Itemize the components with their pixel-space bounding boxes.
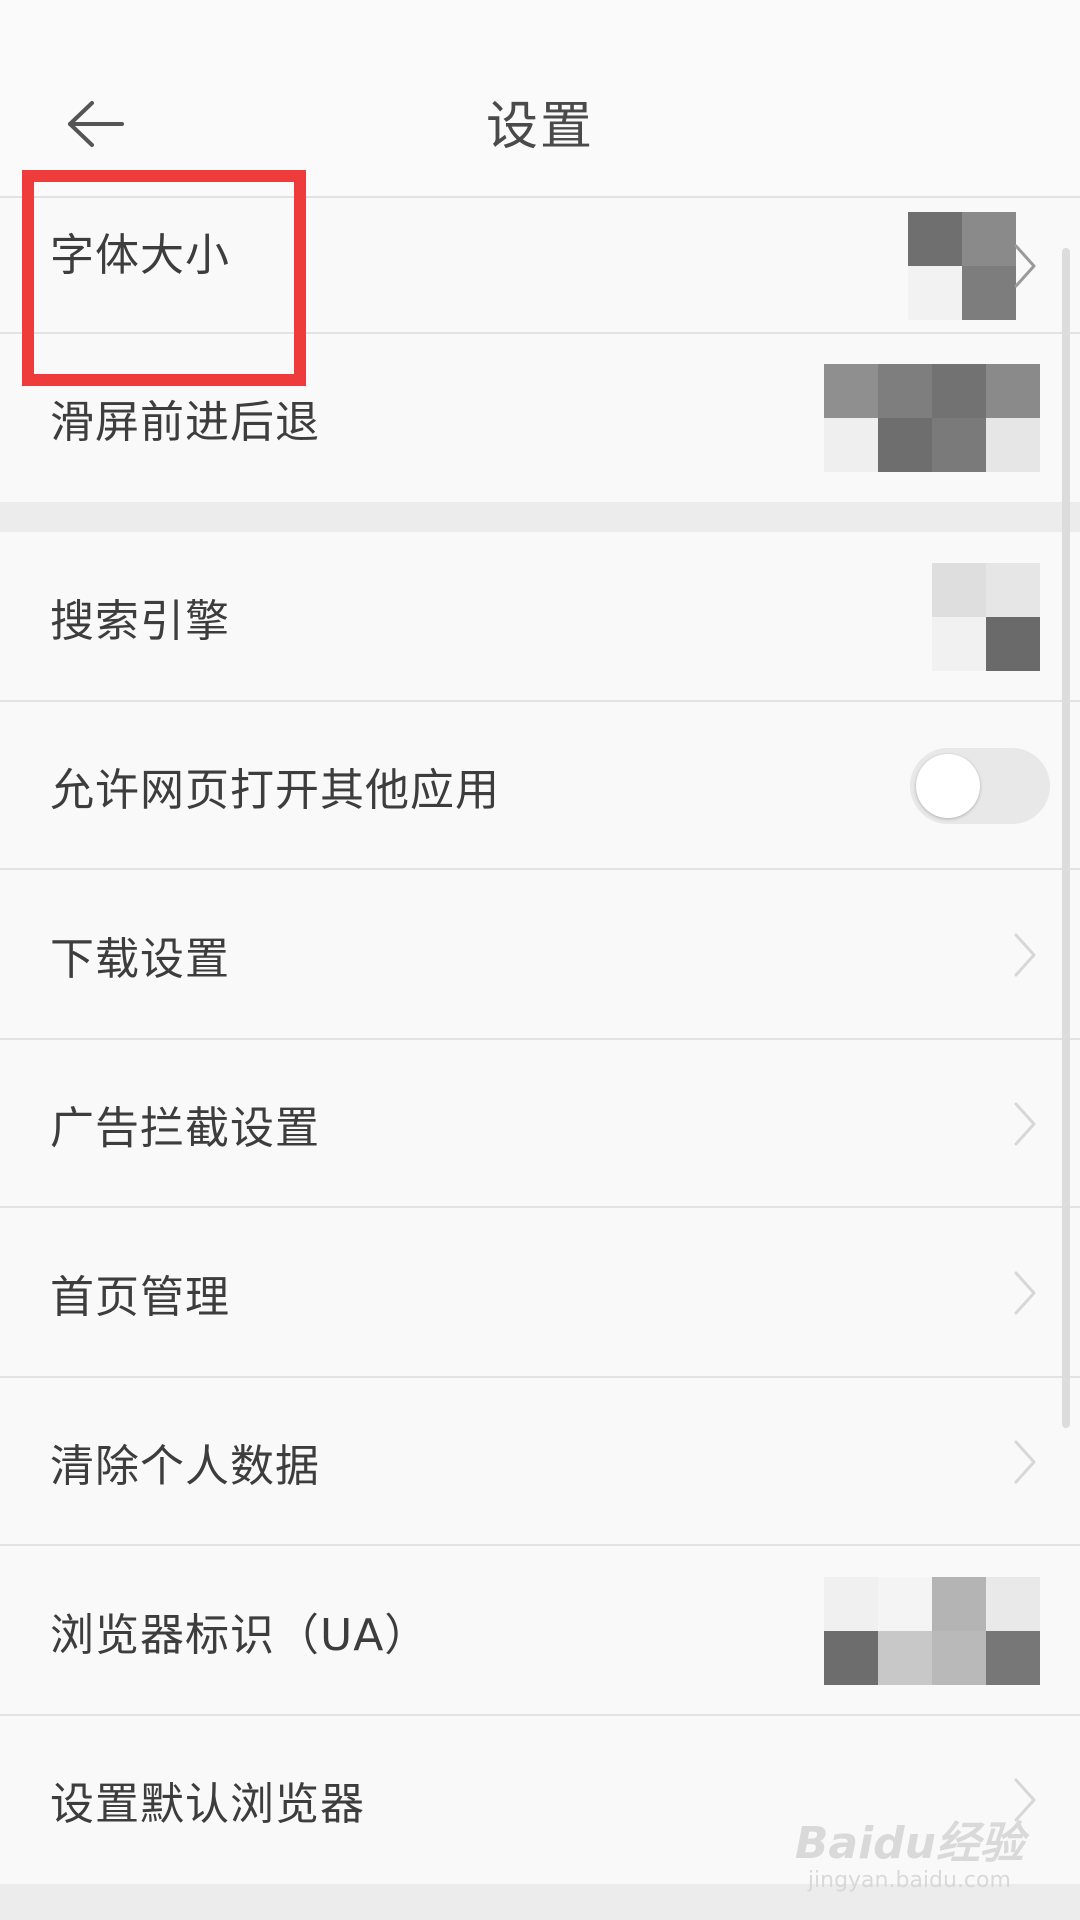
setting-label: 广告拦截设置 <box>50 1103 320 1154</box>
chevron-right-icon <box>1010 1098 1040 1150</box>
chevron-right-icon <box>1010 1774 1040 1826</box>
toggle-track[interactable] <box>910 748 1050 824</box>
setting-value-blurred <box>908 212 1040 320</box>
setting-value-blurred <box>824 1577 1040 1685</box>
setting-label: 设置默认浏览器 <box>50 1779 365 1830</box>
bottom-divider <box>0 1884 1080 1920</box>
setting-ad-block[interactable]: 广告拦截设置 <box>0 1040 1080 1208</box>
chevron-right-icon-wrapper <box>1010 1436 1040 1488</box>
page-title: 设置 <box>485 97 594 157</box>
section-divider <box>0 502 1080 532</box>
pixelated-value <box>824 1577 1040 1685</box>
chevron-right-icon-wrapper <box>1010 1774 1040 1826</box>
pixelated-value <box>908 212 1016 320</box>
setting-search-engine[interactable]: 搜索引擎 <box>0 532 1080 702</box>
setting-clear-data[interactable]: 清除个人数据 <box>0 1378 1080 1546</box>
setting-font-size[interactable]: 字体大小 <box>0 198 1080 334</box>
setting-label: 下载设置 <box>50 934 230 985</box>
setting-allow-open-apps[interactable]: 允许网页打开其他应用 <box>0 702 1080 870</box>
setting-default-browser[interactable]: 设置默认浏览器 <box>0 1716 1080 1884</box>
pixelated-value <box>932 563 1040 671</box>
settings-group-general: 搜索引擎 允许网页打开其他应用 下载设置 广告拦截设置 首页管理 清除个人数据 … <box>0 532 1080 1884</box>
chevron-right-icon-wrapper <box>1010 1098 1040 1150</box>
setting-label: 首页管理 <box>50 1272 230 1323</box>
header-bar: 设置 <box>0 0 1080 198</box>
chevron-right-icon <box>1010 929 1040 981</box>
pixelated-toggle <box>824 364 1040 472</box>
setting-label: 允许网页打开其他应用 <box>50 765 500 816</box>
scrollbar[interactable] <box>1062 248 1070 1428</box>
chevron-right-icon <box>1010 240 1040 292</box>
setting-label: 滑屏前进后退 <box>50 397 320 448</box>
setting-label: 浏览器标识（UA） <box>50 1610 430 1661</box>
toggle-knob <box>916 754 980 818</box>
chevron-right-icon-wrapper <box>1010 929 1040 981</box>
toggle-switch[interactable] <box>910 748 1050 824</box>
setting-label: 清除个人数据 <box>50 1441 320 1492</box>
setting-download[interactable]: 下载设置 <box>0 870 1080 1040</box>
setting-toggle-blurred[interactable] <box>824 364 1040 472</box>
chevron-right-icon <box>1010 1267 1040 1319</box>
settings-screen: 设置 字体大小 滑屏前进后退 搜索引擎 允许网页打开其他应用 下载设置 广告拦截… <box>0 0 1080 1920</box>
setting-swipe-navigation[interactable]: 滑屏前进后退 <box>0 334 1080 502</box>
setting-homepage[interactable]: 首页管理 <box>0 1208 1080 1378</box>
setting-value-blurred <box>932 563 1040 671</box>
chevron-right-icon-wrapper <box>1010 1267 1040 1319</box>
settings-group-display: 字体大小 滑屏前进后退 <box>0 198 1080 502</box>
setting-label: 搜索引擎 <box>50 596 230 647</box>
setting-user-agent[interactable]: 浏览器标识（UA） <box>0 1546 1080 1716</box>
chevron-right-icon <box>1010 1436 1040 1488</box>
setting-label: 字体大小 <box>50 230 230 281</box>
